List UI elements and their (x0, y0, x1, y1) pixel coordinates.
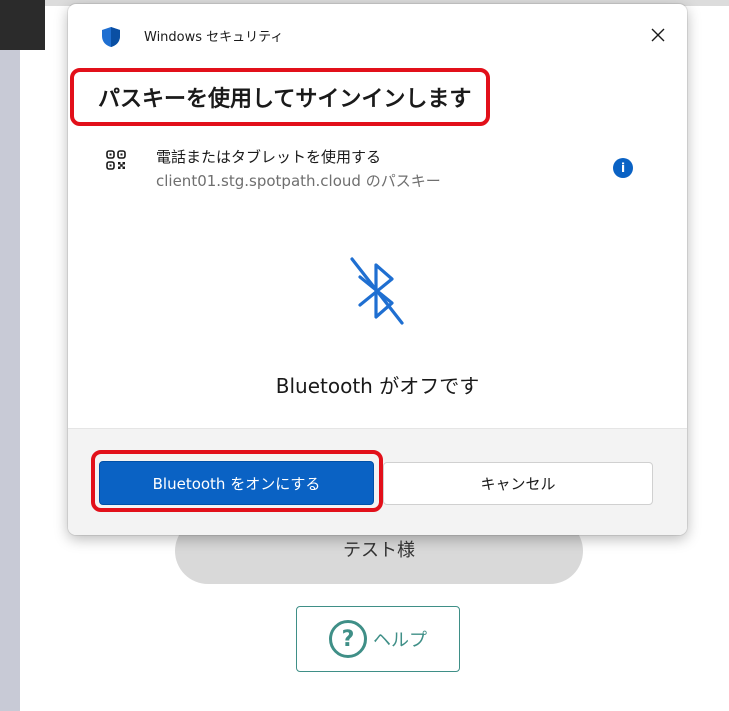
shield-icon (102, 27, 120, 47)
bluetooth-off-icon (350, 257, 404, 325)
cancel-button[interactable]: キャンセル (383, 462, 653, 505)
heading-highlight-box: パスキーを使用してサインインします (70, 68, 490, 126)
turn-on-bluetooth-button[interactable]: Bluetooth をオンにする (99, 461, 374, 505)
help-label: ヘルプ (373, 630, 427, 651)
info-icon[interactable]: i (613, 158, 633, 178)
question-mark-glyph: ? (341, 626, 355, 652)
background-left-strip (0, 0, 20, 711)
question-circle-icon: ? (329, 620, 367, 658)
use-phone-or-tablet-option[interactable]: 電話またはタブレットを使用する client01.stg.spotpath.cl… (68, 138, 687, 208)
qr-code-icon (106, 150, 126, 170)
user-name-label: テスト様 (343, 540, 415, 561)
dialog-footer: Bluetooth をオンにする キャンセル (68, 428, 687, 535)
dialog-titlebar: Windows セキュリティ (68, 4, 687, 62)
dialog-window-title: Windows セキュリティ (144, 30, 284, 45)
info-glyph: i (620, 161, 626, 175)
background-dark-block (0, 0, 45, 50)
dialog-heading: パスキーを使用してサインインします (98, 87, 472, 112)
windows-security-dialog: Windows セキュリティ パスキーを使用してサインインします 電話またはタブ… (68, 4, 687, 535)
option-subtitle: client01.stg.spotpath.cloud のパスキー (156, 172, 441, 190)
close-icon (651, 28, 665, 42)
close-button[interactable] (641, 18, 675, 52)
help-button[interactable]: ? ヘルプ (296, 606, 460, 672)
option-title: 電話またはタブレットを使用する (156, 148, 382, 166)
bluetooth-status-text: Bluetooth がオフです (275, 374, 480, 398)
